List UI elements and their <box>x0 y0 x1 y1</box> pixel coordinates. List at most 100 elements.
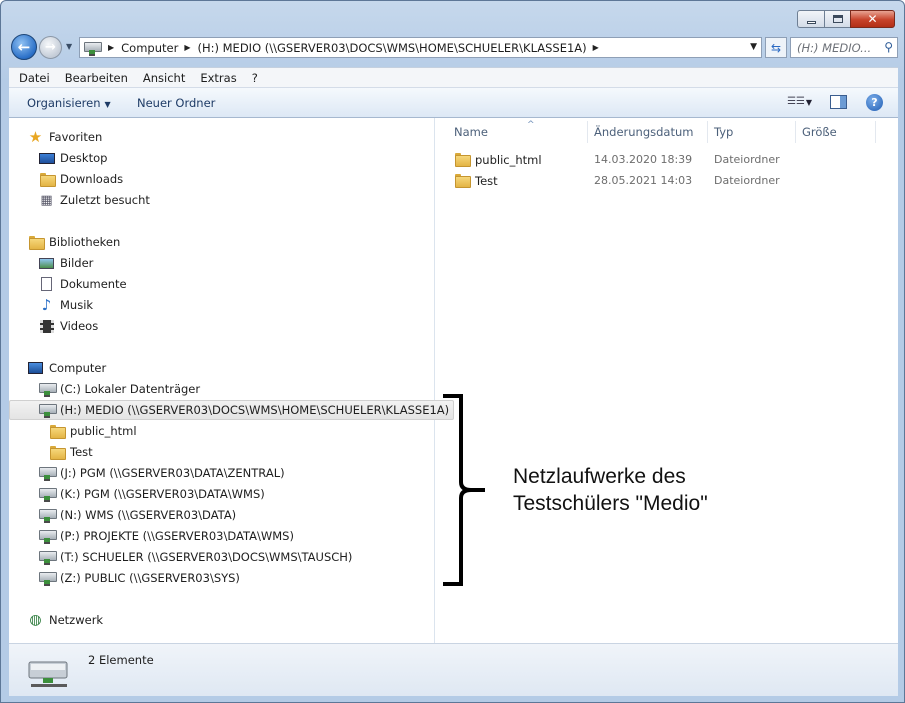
view-dropdown-icon[interactable]: ▼ <box>806 98 812 107</box>
maximize-button[interactable] <box>824 10 850 28</box>
pictures-icon <box>38 255 55 271</box>
tree-label: (Z:) PUBLIC (\\GSERVER03\SYS) <box>60 571 240 585</box>
command-bar: Organisieren ▼ Neuer Ordner ☰☰ ▼ ? <box>9 87 898 118</box>
network-drive-icon <box>38 507 57 523</box>
column-label: Typ <box>714 125 734 139</box>
network-drive-icon <box>38 465 57 481</box>
back-button[interactable]: ← <box>11 34 37 60</box>
tree-drive-j[interactable]: (J:) PGM (\\GSERVER03\DATA\ZENTRAL) <box>38 463 285 483</box>
file-name: public_html <box>475 153 542 167</box>
preview-pane-icon[interactable] <box>830 95 847 109</box>
caption-buttons: ✕ <box>797 10 895 28</box>
tree-network[interactable]: ◍ Netzwerk <box>27 610 103 630</box>
tree-libraries[interactable]: Bibliotheken <box>27 232 120 252</box>
tree-label: Desktop <box>60 151 108 165</box>
recent-places-icon: ▦ <box>40 192 53 208</box>
organize-button[interactable]: Organisieren ▼ <box>27 96 111 110</box>
chevron-right-icon[interactable]: ▶ <box>184 43 190 52</box>
annotation-line-1: Netzlaufwerke des <box>513 465 686 488</box>
column-header-size[interactable]: Größe <box>796 121 876 143</box>
downloads-folder-icon <box>38 171 56 187</box>
column-label: Größe <box>802 125 837 139</box>
breadcrumb-drive-h[interactable]: (H:) MEDIO (\\GSERVER03\DOCS\WMS\HOME\SC… <box>197 41 586 55</box>
file-row[interactable]: public_html 14.03.2020 18:39 Dateiordner <box>454 150 894 170</box>
tree-label: Netzwerk <box>49 613 104 627</box>
tree-drive-z[interactable]: (Z:) PUBLIC (\\GSERVER03\SYS) <box>38 568 240 588</box>
help-icon[interactable]: ? <box>866 94 883 111</box>
tree-folder-test[interactable]: Test <box>48 442 93 462</box>
local-drive-icon <box>38 381 57 397</box>
menu-help[interactable]: ? <box>247 71 263 85</box>
forward-button[interactable]: → <box>39 36 62 59</box>
file-row[interactable]: Test 28.05.2021 14:03 Dateiordner <box>454 171 894 191</box>
menu-bearbeiten[interactable]: Bearbeiten <box>60 71 133 85</box>
column-label: Änderungsdatum <box>594 125 694 139</box>
explorer-window: ✕ ← → ▼ ▶ Computer ▶ (H:) MEDIO (\\GSERV… <box>0 0 905 703</box>
menu-ansicht[interactable]: Ansicht <box>138 71 190 85</box>
tree-downloads[interactable]: Downloads <box>38 169 123 189</box>
search-input[interactable]: (H:) MEDIO... ⚲ <box>790 37 898 58</box>
tree-videos[interactable]: Videos <box>38 316 98 336</box>
menu-datei[interactable]: Datei <box>14 71 55 85</box>
tree-documents[interactable]: Dokumente <box>38 274 127 294</box>
new-folder-button[interactable]: Neuer Ordner <box>137 96 215 110</box>
close-icon: ✕ <box>867 12 878 26</box>
tree-recent[interactable]: ▦ Zuletzt besucht <box>38 190 150 210</box>
column-header-name[interactable]: Name ^ <box>448 120 588 143</box>
menu-extras[interactable]: Extras <box>195 71 241 85</box>
tree-favorites[interactable]: ★ Favoriten <box>27 127 102 147</box>
minimize-button[interactable] <box>797 10 824 28</box>
column-header-date[interactable]: Änderungsdatum <box>588 121 708 143</box>
back-arrow-icon: ← <box>17 38 31 56</box>
tree-computer[interactable]: Computer <box>27 358 106 378</box>
folder-icon <box>48 444 66 460</box>
chevron-right-icon[interactable]: ▶ <box>108 43 114 52</box>
tree-drive-h[interactable]: (H:) MEDIO (\\GSERVER03\DOCS\WMS\HOME\SC… <box>9 400 455 420</box>
tree-label: Test <box>70 445 93 459</box>
view-options-icon[interactable]: ☰☰ <box>787 96 805 107</box>
documents-icon <box>38 276 55 292</box>
column-header-type[interactable]: Typ <box>708 121 796 143</box>
tree-desktop[interactable]: Desktop <box>38 148 107 168</box>
navigation-bar: ← → ▼ ▶ Computer ▶ (H:) MEDIO (\\GSERVER… <box>9 32 898 62</box>
address-bar[interactable]: ▶ Computer ▶ (H:) MEDIO (\\GSERVER03\DOC… <box>79 37 762 58</box>
folder-icon <box>455 174 471 188</box>
tree-folder-public-html[interactable]: public_html <box>48 421 137 441</box>
music-icon: ♪ <box>41 296 52 314</box>
tree-drive-c[interactable]: (C:) Lokaler Datenträger <box>38 379 200 399</box>
status-bar: 2 Elemente <box>9 643 898 696</box>
tree-label: (N:) WMS (\\GSERVER03\DATA) <box>60 508 237 522</box>
tree-label: (H:) MEDIO (\\GSERVER03\DOCS\WMS\HOME\SC… <box>60 403 450 417</box>
tree-drive-n[interactable]: (N:) WMS (\\GSERVER03\DATA) <box>38 505 236 525</box>
recent-pages-dropdown[interactable]: ▼ <box>66 42 72 51</box>
search-icon[interactable]: ⚲ <box>884 40 893 54</box>
tree-pictures[interactable]: Bilder <box>38 253 93 273</box>
computer-icon <box>27 360 44 376</box>
desktop-icon <box>38 150 55 166</box>
network-drive-icon <box>84 41 102 56</box>
close-button[interactable]: ✕ <box>850 10 895 28</box>
tree-label: Downloads <box>60 172 124 186</box>
address-dropdown-icon[interactable]: ▼ <box>750 42 757 52</box>
organize-label: Organisieren <box>27 96 101 110</box>
network-drive-icon <box>38 528 57 544</box>
maximize-icon <box>832 15 843 23</box>
tree-drive-t[interactable]: (T:) SCHUELER (\\GSERVER03\DOCS\WMS\TAUS… <box>38 547 352 567</box>
breadcrumb-computer[interactable]: Computer <box>121 41 178 55</box>
star-icon: ★ <box>28 128 43 146</box>
tree-label: Bibliotheken <box>49 235 121 249</box>
tree-music[interactable]: ♪ Musik <box>38 295 93 315</box>
tree-label: (P:) PROJEKTE (\\GSERVER03\DATA\WMS) <box>60 529 294 543</box>
search-placeholder: (H:) MEDIO... <box>797 40 872 55</box>
tree-drive-p[interactable]: (P:) PROJEKTE (\\GSERVER03\DATA\WMS) <box>38 526 294 546</box>
file-type: Dateiordner <box>714 174 780 187</box>
tree-drive-k[interactable]: (K:) PGM (\\GSERVER03\DATA\WMS) <box>38 484 265 504</box>
file-list-pane: Name ^ Änderungsdatum Typ Größe public_h… <box>436 118 898 643</box>
network-globe-icon: ◍ <box>29 612 42 628</box>
network-drive-icon <box>38 486 57 502</box>
annotation-brace <box>443 394 485 586</box>
tree-label: Bilder <box>60 256 94 270</box>
refresh-button[interactable]: ⇆ <box>765 37 787 58</box>
file-name: Test <box>475 174 498 188</box>
chevron-right-icon[interactable]: ▶ <box>593 43 599 52</box>
